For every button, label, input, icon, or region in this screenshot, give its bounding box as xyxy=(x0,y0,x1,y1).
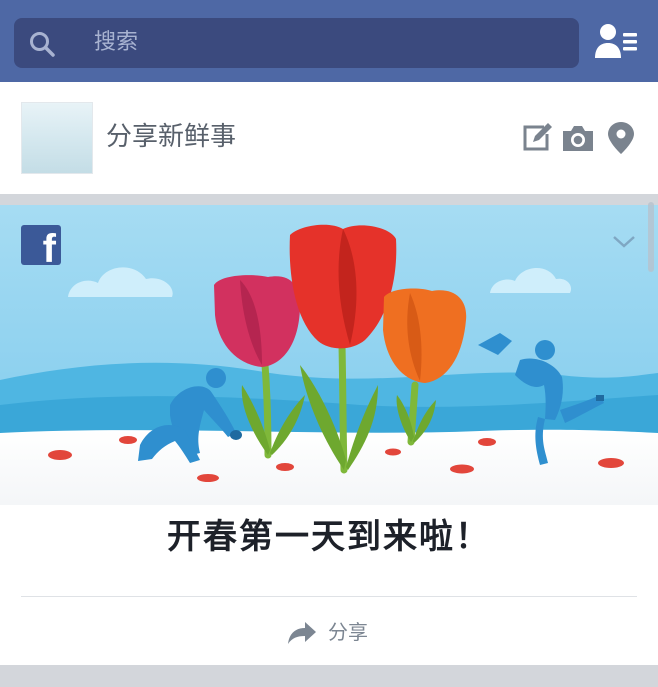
story-headline: 开春第一天到来啦！ xyxy=(167,517,491,557)
camera-icon[interactable] xyxy=(561,121,595,155)
top-bar: 搜索 xyxy=(0,0,658,82)
story-card: f 开春第一天到来啦！ 分享 xyxy=(0,205,658,665)
chevron-down-icon[interactable] xyxy=(612,235,636,249)
status-composer[interactable]: 分享新鲜事 xyxy=(0,82,658,194)
search-icon xyxy=(30,32,55,57)
edit-post-icon[interactable] xyxy=(519,121,553,155)
facebook-logo-icon: f xyxy=(21,225,61,269)
search-bar[interactable]: 搜索 xyxy=(14,18,579,68)
composer-prompt[interactable]: 分享新鲜事 xyxy=(106,120,236,154)
share-label: 分享 xyxy=(328,620,368,644)
share-button[interactable]: 分享 xyxy=(0,617,658,647)
divider xyxy=(21,596,637,597)
spring-illustration xyxy=(0,205,658,505)
search-placeholder: 搜索 xyxy=(94,30,139,55)
scrollbar[interactable] xyxy=(648,202,654,272)
location-pin-icon[interactable] xyxy=(604,121,638,155)
avatar[interactable] xyxy=(21,102,93,174)
share-arrow-icon xyxy=(288,622,316,644)
friend-requests-icon[interactable] xyxy=(594,22,638,62)
